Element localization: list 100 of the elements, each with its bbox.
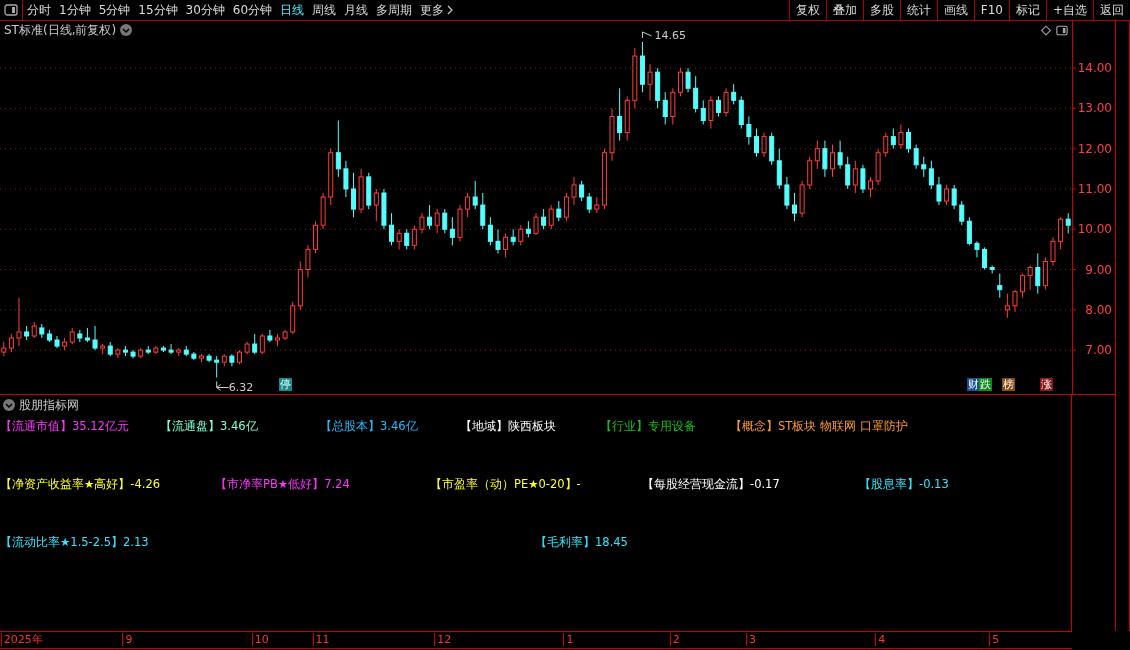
candlestick (69, 327, 75, 345)
candlestick (685, 67, 691, 93)
candlestick (609, 107, 615, 162)
candlestick (24, 325, 30, 341)
candlestick (518, 224, 524, 246)
price-tick: 8.00 (1085, 302, 1112, 317)
candlestick (328, 148, 334, 206)
indicator-value: 【流通市值】35.12亿元 (0, 419, 130, 434)
candlestick (845, 156, 851, 190)
candlestick (472, 180, 478, 210)
price-annotation: 14.65 (654, 28, 686, 42)
candlestick (784, 176, 790, 210)
candlestick (396, 228, 402, 250)
candlestick (1012, 289, 1018, 313)
leader-line (216, 381, 230, 391)
panel-toggle-icon[interactable] (4, 4, 18, 16)
candlestick (335, 119, 341, 178)
collapse-icon[interactable] (3, 399, 15, 411)
dropdown-icon[interactable] (120, 24, 133, 36)
candlestick (822, 140, 828, 178)
indicator-value: 【净资产收益率★高好】-4.26 (0, 477, 162, 492)
candlestick (792, 192, 797, 222)
event-badge[interactable]: 涨 (1040, 378, 1053, 391)
event-badge[interactable]: 跌 (979, 378, 992, 391)
date-tick: 1 (563, 633, 574, 646)
period-tab[interactable]: 分时 (23, 1, 55, 19)
period-tab[interactable]: 5分钟 (94, 1, 135, 19)
candlestick (982, 246, 988, 271)
candlestick (419, 212, 425, 234)
candlestick (115, 347, 121, 359)
date-tick: 4 (875, 633, 886, 646)
date-tick: 5 (989, 633, 1000, 646)
candlestick (373, 188, 379, 222)
period-tab[interactable]: 多周期 (372, 1, 417, 19)
candlestick (503, 232, 509, 258)
candlestick (624, 95, 630, 142)
candlestick (320, 192, 326, 230)
candlestick (84, 327, 90, 343)
more-menu[interactable]: 更多 (416, 1, 458, 19)
candlestick (259, 333, 265, 355)
period-tab[interactable]: 周线 (308, 1, 341, 19)
period-tab[interactable]: 30分钟 (181, 1, 229, 19)
candlestick (252, 333, 258, 355)
candlestick (655, 67, 661, 109)
candlestick (890, 128, 896, 150)
diamond-icon[interactable] (1040, 24, 1052, 36)
leader-line (641, 31, 652, 39)
candlestick (168, 343, 174, 355)
candlestick (160, 345, 166, 353)
panel-toggle-icon[interactable] (1056, 24, 1068, 36)
candlestick (389, 212, 395, 246)
candlestick (662, 91, 668, 126)
candlestick (145, 345, 151, 355)
event-badge[interactable]: 榜 (1002, 378, 1015, 391)
candlestick (107, 341, 113, 357)
candlestick (639, 41, 645, 93)
candlestick (525, 220, 531, 238)
price-tick: 12.00 (1077, 141, 1112, 156)
candlestick (807, 156, 813, 190)
candlestick (708, 95, 714, 130)
candlestick (601, 148, 607, 210)
candlestick (997, 273, 1003, 299)
candlestick (244, 341, 250, 355)
candlestick (480, 192, 486, 230)
candlestick (229, 353, 235, 367)
candlestick (130, 349, 136, 359)
candlestick (875, 148, 881, 186)
candlestick (746, 115, 752, 146)
candlestick (77, 329, 83, 343)
price-tick: 10.00 (1077, 222, 1112, 237)
candlestick (617, 87, 623, 142)
period-tab[interactable]: 60分钟 (228, 1, 277, 19)
candlestick (313, 220, 319, 254)
candlestick (404, 228, 410, 250)
candlestick (670, 87, 676, 126)
period-tab[interactable]: 1分钟 (55, 1, 95, 19)
price-tick: 9.00 (1085, 262, 1112, 277)
candlestick (434, 208, 440, 234)
candlestick (138, 347, 144, 359)
indicator-value: 【概念】ST板块 物联网 口罩防护 (730, 419, 909, 434)
candlestick (883, 132, 889, 158)
indicator-value: 【地域】陕西板块 (460, 419, 557, 434)
indicator-value: 【市盈率（动）PE★0-20】- (430, 477, 582, 492)
period-tab[interactable]: 15分钟 (134, 1, 182, 19)
candlestick (944, 184, 950, 206)
candlestick (761, 132, 767, 158)
date-tick: 3 (745, 633, 756, 646)
period-tab[interactable]: 月线 (340, 1, 373, 19)
candlestick (533, 212, 539, 236)
candlestick (214, 355, 220, 378)
date-tick: 2025年 (0, 633, 43, 646)
event-badge[interactable]: 停 (279, 378, 292, 391)
indicator-value: 【市净率PB★低好】7.24 (215, 477, 351, 492)
candlestick (1027, 265, 1033, 291)
candlestick (647, 63, 653, 101)
period-tab[interactable]: 日线 (276, 1, 309, 19)
candlestick (457, 204, 463, 242)
candlestick (830, 144, 836, 178)
candlestick (366, 172, 372, 210)
candlestick (769, 132, 775, 166)
